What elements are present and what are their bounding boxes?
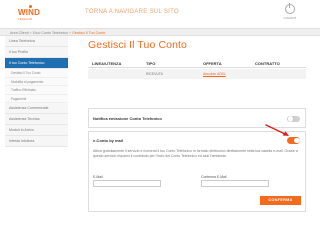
confirm-email-field-label: Conferma E-Mail	[201, 175, 227, 179]
table-row: RICEVUTA Absolute ADSL	[88, 69, 306, 79]
cell-tipo: RICEVUTA	[146, 72, 163, 76]
breadcrumb: Area Clienti»Il tuo Conto Telefonico»Ges…	[10, 31, 105, 35]
sidebar-item-assistenza-commerciale[interactable]: Assistenza Commerciale	[5, 103, 68, 114]
power-icon	[285, 3, 295, 14]
confirm-button[interactable]: CONFERMA	[260, 196, 301, 205]
sidebar-item-infolinea[interactable]: Intesta Infolinea	[5, 136, 68, 147]
notification-label: Notifica emissione Conto Telefonico	[93, 116, 162, 121]
logo-dot	[29, 5, 32, 8]
sidebar-subitem-pagamenti[interactable]: Pagamenti	[5, 94, 68, 103]
table-header: LINEA/UTENZA TIPO OFFERTA CONTRATTO	[88, 58, 306, 68]
email-field[interactable]	[93, 180, 161, 187]
sidebar-subitem-gestisci-conto[interactable]: Gestisci Il Tuo Conto	[5, 69, 68, 78]
column-header-contratto: CONTRATTO	[255, 61, 280, 66]
top-bar: WIND TELECOM TORNA A NAVIGARE SUL SITO L…	[0, 0, 320, 28]
notification-toggle[interactable]	[287, 115, 300, 122]
breadcrumb-separator: »	[29, 30, 32, 35]
sidebar-subitem-traffico[interactable]: Traffico Effettuato	[5, 86, 68, 95]
logout-label: LOGOUT	[283, 16, 297, 20]
e-conto-label: e-Conto by mail	[93, 138, 124, 143]
sidebar-item-conto-telefonico[interactable]: Il tuo Conto Telefonico	[5, 58, 68, 69]
column-header-tipo: TIPO	[146, 61, 156, 66]
column-header-linea: LINEA/UTENZA	[92, 61, 122, 66]
toggle-knob	[287, 116, 293, 122]
sidebar-item-linea-telefonica[interactable]: Linea Telefonica	[5, 36, 68, 47]
breadcrumb-item-area-clienti[interactable]: Area Clienti	[10, 31, 29, 35]
annotation-arrow-icon	[265, 124, 289, 136]
e-conto-description: Attiva gratuitamente il servizio e ricev…	[93, 149, 298, 158]
email-field-label: E-Mail	[93, 175, 103, 179]
column-header-offerta: OFFERTA	[203, 61, 222, 66]
breadcrumb-bar: Area Clienti»Il tuo Conto Telefonico»Ges…	[0, 28, 320, 36]
cell-offerta-link[interactable]: Absolute ADSL	[203, 72, 226, 76]
wind-logo[interactable]: WIND TELECOM	[18, 5, 42, 24]
toggle-knob	[294, 137, 300, 143]
sidebar-item-profilo[interactable]: Il tuo Profilo	[5, 47, 68, 58]
confirm-email-field[interactable]	[201, 180, 269, 187]
sidebar-subitem-pagamento[interactable]: Modalità di pagamento	[5, 77, 68, 86]
sidebar: Linea Telefonica Il tuo Profilo Il tuo C…	[5, 36, 68, 147]
breadcrumb-item-current: Gestisci Il Tuo Conto	[72, 30, 106, 35]
breadcrumb-item-conto[interactable]: Il tuo Conto Telefonico	[33, 31, 69, 35]
back-to-site-link[interactable]: TORNA A NAVIGARE SUL SITO	[85, 9, 179, 15]
logo-tagline: TELECOM	[18, 18, 33, 21]
logout-button[interactable]: LOGOUT	[280, 3, 300, 26]
logo-wordmark: WIND	[18, 8, 41, 17]
sidebar-item-moduli[interactable]: Moduli In Arrivo	[5, 125, 68, 136]
breadcrumb-separator: »	[69, 30, 72, 35]
page-title: Gestisci Il Tuo Conto	[88, 39, 187, 51]
sidebar-item-assistenza-tecnica[interactable]: Assistenza Tecnica	[5, 114, 68, 125]
